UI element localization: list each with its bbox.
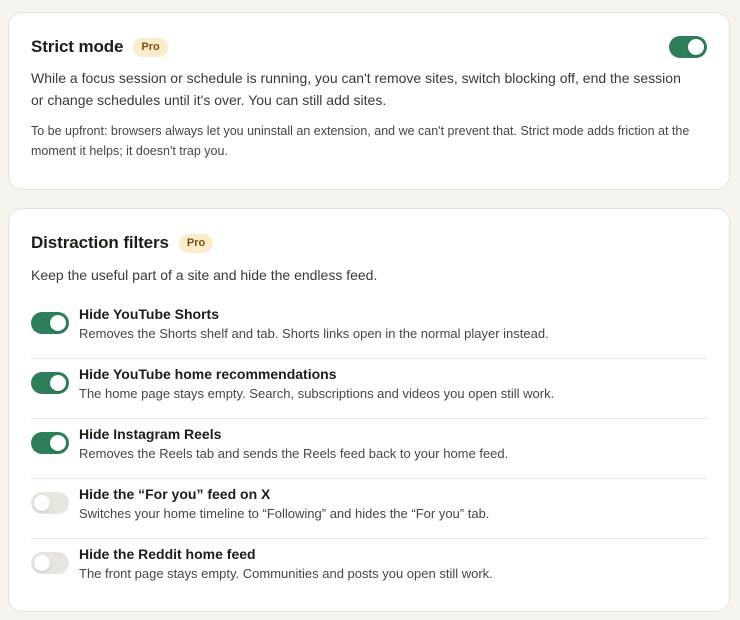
filter-text: Hide the “For you” feed on X Switches yo… bbox=[79, 485, 489, 523]
settings-page: Strict mode Pro While a focus session or… bbox=[0, 0, 740, 620]
distraction-filters-description: Keep the useful part of a site and hide … bbox=[31, 267, 378, 283]
distraction-filters-title: Distraction filters bbox=[31, 233, 169, 252]
filter-instagram-reels: Hide Instagram Reels Removes the Reels t… bbox=[31, 419, 707, 479]
strict-mode-title: Strict mode bbox=[31, 37, 124, 56]
youtube-shorts-toggle[interactable] bbox=[31, 312, 69, 334]
toggle-knob bbox=[688, 39, 704, 55]
filter-label: Hide the Reddit home feed bbox=[79, 546, 256, 562]
strict-mode-note: To be upfront: browsers always let you u… bbox=[31, 124, 690, 158]
filter-text: Hide YouTube Shorts Removes the Shorts s… bbox=[79, 305, 549, 343]
x-for-you-toggle[interactable] bbox=[31, 492, 69, 514]
youtube-home-toggle[interactable] bbox=[31, 372, 69, 394]
toggle-knob bbox=[34, 555, 50, 571]
filter-help: Removes the Shorts shelf and tab. Shorts… bbox=[79, 326, 549, 341]
filter-label: Hide Instagram Reels bbox=[79, 426, 222, 442]
filter-text: Hide the Reddit home feed The front page… bbox=[79, 545, 493, 583]
distraction-filters-pro-badge: Pro bbox=[178, 233, 214, 253]
toggle-knob bbox=[50, 435, 66, 451]
toggle-knob bbox=[34, 495, 50, 511]
filter-label: Hide the “For you” feed on X bbox=[79, 486, 271, 502]
strict-mode-toggle[interactable] bbox=[669, 36, 707, 58]
filter-help: The front page stays empty. Communities … bbox=[79, 566, 493, 581]
filter-youtube-shorts: Hide YouTube Shorts Removes the Shorts s… bbox=[31, 299, 707, 359]
filter-x-for-you: Hide the “For you” feed on X Switches yo… bbox=[31, 479, 707, 539]
strict-mode-pro-badge: Pro bbox=[133, 37, 168, 57]
toggle-knob bbox=[50, 315, 66, 331]
instagram-reels-toggle[interactable] bbox=[31, 432, 69, 454]
filter-label: Hide YouTube home recommendations bbox=[79, 366, 337, 382]
distraction-filters-card: Distraction filters Pro Keep the useful … bbox=[8, 208, 730, 612]
strict-mode-description: While a focus session or schedule is run… bbox=[31, 70, 681, 108]
strict-mode-header: Strict mode Pro bbox=[31, 35, 707, 59]
filter-label: Hide YouTube Shorts bbox=[79, 306, 220, 322]
filter-help: Removes the Reels tab and sends the Reel… bbox=[79, 446, 509, 461]
filter-help: Switches your home timeline to “Followin… bbox=[79, 506, 490, 521]
filter-reddit-home: Hide the Reddit home feed The front page… bbox=[31, 539, 707, 599]
strict-mode-card: Strict mode Pro While a focus session or… bbox=[8, 12, 730, 190]
filter-text: Hide YouTube home recommendations The ho… bbox=[79, 365, 554, 403]
toggle-knob bbox=[50, 375, 66, 391]
filter-help: The home page stays empty. Search, subsc… bbox=[79, 386, 555, 401]
filter-list: Hide YouTube Shorts Removes the Shorts s… bbox=[31, 299, 707, 599]
reddit-home-toggle[interactable] bbox=[31, 552, 69, 574]
filter-text: Hide Instagram Reels Removes the Reels t… bbox=[79, 425, 508, 463]
distraction-filters-header: Distraction filters Pro bbox=[31, 231, 707, 255]
filter-youtube-home: Hide YouTube home recommendations The ho… bbox=[31, 359, 707, 419]
